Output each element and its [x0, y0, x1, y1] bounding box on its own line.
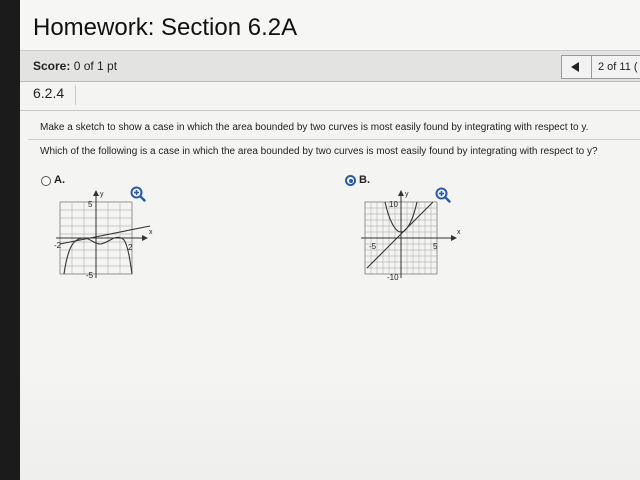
option-b-radio[interactable]	[345, 175, 356, 186]
y-tick-bottom: -10	[387, 273, 399, 282]
score-text: Score: 0 of 1 pt	[33, 59, 117, 73]
screen-glare	[20, 370, 640, 480]
option-b-label: B.	[359, 174, 370, 186]
x-axis-label: x	[457, 229, 461, 236]
x-axis-label: x	[149, 229, 153, 236]
y-axis-arrow	[398, 190, 404, 196]
x-axis-arrow	[142, 235, 148, 241]
question-number: 6.2.4	[30, 85, 76, 105]
previous-question-button[interactable]	[562, 56, 592, 78]
option-a-radio[interactable]	[41, 176, 51, 186]
y-tick-top: 5	[88, 200, 93, 209]
y-axis-arrow	[93, 190, 99, 196]
question-position: 2 of 11 (	[598, 61, 638, 73]
magnifier-plus-icon[interactable]	[130, 186, 146, 202]
x-tick-right: 5	[433, 242, 438, 251]
page-title: Homework: Section 6.2A	[33, 14, 298, 41]
score-label: Score:	[33, 59, 71, 73]
triangle-left-icon	[571, 62, 579, 72]
x-tick-left: -2	[54, 241, 62, 250]
y-tick-top: 10	[389, 200, 398, 209]
option-a-label: A.	[54, 174, 65, 186]
magnifier-plus-icon[interactable]	[435, 187, 451, 203]
x-tick-right: 2	[128, 243, 133, 252]
homework-header: Homework: Section 6.2A	[20, 0, 640, 51]
y-axis-label: y	[100, 191, 104, 198]
curve-line	[59, 225, 151, 245]
homework-window: Homework: Section 6.2A Score: 0 of 1 pt …	[20, 0, 640, 480]
question-navigator: 2 of 11 (	[561, 55, 640, 79]
question-prompt: Which of the following is a case in whic…	[40, 146, 598, 157]
score-value: 0 of 1 pt	[73, 59, 118, 73]
question-number-row: 6.2.4	[20, 82, 640, 111]
divider	[28, 139, 640, 140]
y-axis-label: y	[405, 191, 409, 198]
y-tick-bottom: -5	[86, 271, 94, 280]
x-tick-left: -5	[369, 242, 377, 251]
score-bar: Score: 0 of 1 pt	[20, 51, 640, 82]
question-instruction: Make a sketch to show a case in which th…	[40, 122, 589, 133]
curve-polynomial	[63, 236, 133, 275]
